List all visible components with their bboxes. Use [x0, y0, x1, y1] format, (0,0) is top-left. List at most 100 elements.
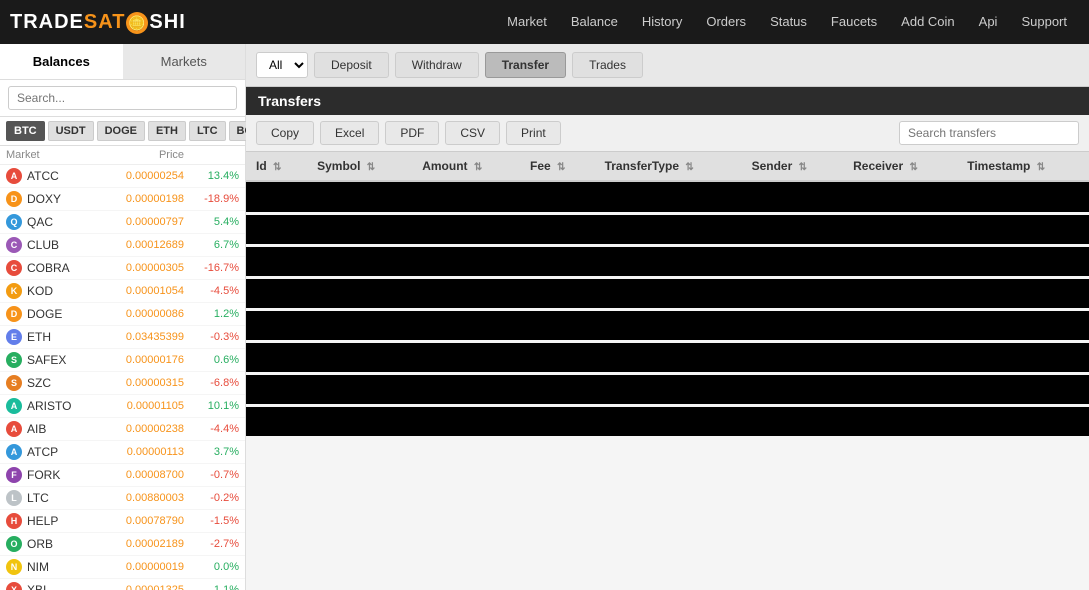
list-item[interactable]: NNIM0.000000190.0%	[0, 556, 245, 579]
nav-link-api[interactable]: Api	[967, 0, 1010, 44]
col-header-timestamp[interactable]: Timestamp ⇅	[957, 152, 1089, 181]
coin-icon: C	[6, 237, 22, 253]
table-cell	[307, 373, 412, 405]
list-item[interactable]: CCLUB0.000126896.7%	[0, 234, 245, 257]
coin-icon: K	[6, 283, 22, 299]
filter-btn-withdraw[interactable]: Withdraw	[395, 52, 479, 78]
table-cell	[843, 405, 957, 437]
coin-change: -4.5%	[184, 285, 239, 297]
table-row[interactable]	[246, 373, 1089, 405]
list-item[interactable]: AATCP0.000001133.7%	[0, 441, 245, 464]
list-item[interactable]: FFORK0.00008700-0.7%	[0, 464, 245, 487]
table-row[interactable]	[246, 213, 1089, 245]
table-row[interactable]	[246, 309, 1089, 341]
col-header-symbol[interactable]: Symbol ⇅	[307, 152, 412, 181]
coin-icon: D	[6, 191, 22, 207]
list-item[interactable]: QQAC0.000007975.4%	[0, 211, 245, 234]
col-header-fee[interactable]: Fee ⇅	[520, 152, 595, 181]
coin-icon: E	[6, 329, 22, 345]
col-header-receiver[interactable]: Receiver ⇅	[843, 152, 957, 181]
col-header-id[interactable]: Id ⇅	[246, 152, 307, 181]
list-item[interactable]: DDOXY0.00000198-18.9%	[0, 188, 245, 211]
coin-filter-btc[interactable]: BTC	[6, 121, 45, 141]
search-input[interactable]	[8, 86, 237, 110]
coin-filter-usdt[interactable]: USDT	[48, 121, 94, 141]
list-item[interactable]: EETH0.03435399-0.3%	[0, 326, 245, 349]
list-item[interactable]: AAIB0.00000238-4.4%	[0, 418, 245, 441]
col-header-amount[interactable]: Amount ⇅	[412, 152, 520, 181]
sidebar-tab-markets[interactable]: Markets	[123, 44, 246, 79]
table-cell	[843, 245, 957, 277]
nav-link-balance[interactable]: Balance	[559, 0, 630, 44]
tool-btn-copy[interactable]: Copy	[256, 121, 314, 145]
nav-link-history[interactable]: History	[630, 0, 694, 44]
transfers-table: Id ⇅Symbol ⇅Amount ⇅Fee ⇅TransferType ⇅S…	[246, 152, 1089, 439]
coin-price: 0.00880003	[94, 492, 184, 504]
coin-price: 0.00000176	[94, 354, 184, 366]
list-item[interactable]: SSAFEX0.000001760.6%	[0, 349, 245, 372]
filter-btn-deposit[interactable]: Deposit	[314, 52, 389, 78]
coin-filter-eth[interactable]: ETH	[148, 121, 186, 141]
tool-btn-excel[interactable]: Excel	[320, 121, 379, 145]
col-header-transfertype[interactable]: TransferType ⇅	[595, 152, 742, 181]
list-item[interactable]: CCOBRA0.00000305-16.7%	[0, 257, 245, 280]
table-cell	[412, 245, 520, 277]
coin-change: -0.3%	[184, 331, 239, 343]
coin-icon: N	[6, 559, 22, 575]
sidebar-tab-balances[interactable]: Balances	[0, 44, 123, 79]
coin-price: 0.00000198	[94, 193, 184, 205]
list-item[interactable]: KKOD0.00001054-4.5%	[0, 280, 245, 303]
table-cell	[520, 309, 595, 341]
nav-links: MarketBalanceHistoryOrdersStatusFaucetsA…	[495, 0, 1079, 44]
filter-btn-transfer[interactable]: Transfer	[485, 52, 566, 78]
coin-icon: O	[6, 536, 22, 552]
coin-filter-doge[interactable]: DOGE	[97, 121, 145, 141]
table-row[interactable]	[246, 341, 1089, 373]
nav-link-market[interactable]: Market	[495, 0, 559, 44]
table-cell	[595, 245, 742, 277]
table-cell	[520, 245, 595, 277]
list-item[interactable]: HHELP0.00078790-1.5%	[0, 510, 245, 533]
filter-btn-trades[interactable]: Trades	[572, 52, 643, 78]
coin-icon: S	[6, 375, 22, 391]
list-item[interactable]: SSZC0.00000315-6.8%	[0, 372, 245, 395]
list-item[interactable]: DDOGE0.000000861.2%	[0, 303, 245, 326]
coin-price: 0.00002189	[94, 538, 184, 550]
search-transfers-input[interactable]	[899, 121, 1079, 145]
table-cell	[307, 405, 412, 437]
list-item[interactable]: OORB0.00002189-2.7%	[0, 533, 245, 556]
tool-btn-print[interactable]: Print	[506, 121, 561, 145]
coin-price: 0.00078790	[94, 515, 184, 527]
nav-link-status[interactable]: Status	[758, 0, 819, 44]
table-row[interactable]	[246, 405, 1089, 437]
coin-price: 0.00000254	[94, 170, 184, 182]
coin-change: 1.2%	[184, 308, 239, 320]
table-cell	[307, 245, 412, 277]
table-cell	[595, 373, 742, 405]
coin-filter-ltc[interactable]: LTC	[189, 121, 226, 141]
tool-btn-csv[interactable]: CSV	[445, 121, 500, 145]
list-item[interactable]: LLTC0.00880003-0.2%	[0, 487, 245, 510]
table-cell	[742, 277, 844, 309]
coin-name: LTC	[27, 491, 94, 505]
table-row[interactable]	[246, 181, 1089, 213]
table-cell	[957, 277, 1089, 309]
table-body	[246, 181, 1089, 437]
nav-link-support[interactable]: Support	[1009, 0, 1079, 44]
coin-name: ATCC	[27, 169, 94, 183]
nav-link-add-coin[interactable]: Add Coin	[889, 0, 966, 44]
coin-filters: BTCUSDTDOGEETHLTCBCH	[0, 117, 245, 146]
list-item[interactable]: XXBI0.000013251.1%	[0, 579, 245, 590]
nav-link-faucets[interactable]: Faucets	[819, 0, 889, 44]
tool-btn-pdf[interactable]: PDF	[385, 121, 439, 145]
filter-select[interactable]: All	[256, 52, 308, 78]
nav-link-orders[interactable]: Orders	[694, 0, 758, 44]
coin-icon: A	[6, 444, 22, 460]
col-header-sender[interactable]: Sender ⇅	[742, 152, 844, 181]
table-row[interactable]	[246, 245, 1089, 277]
coin-change: 1.1%	[184, 584, 239, 590]
sort-icon: ⇅	[273, 162, 281, 173]
list-item[interactable]: AATCC0.0000025413.4%	[0, 165, 245, 188]
table-row[interactable]	[246, 277, 1089, 309]
list-item[interactable]: AARISTO0.0000110510.1%	[0, 395, 245, 418]
